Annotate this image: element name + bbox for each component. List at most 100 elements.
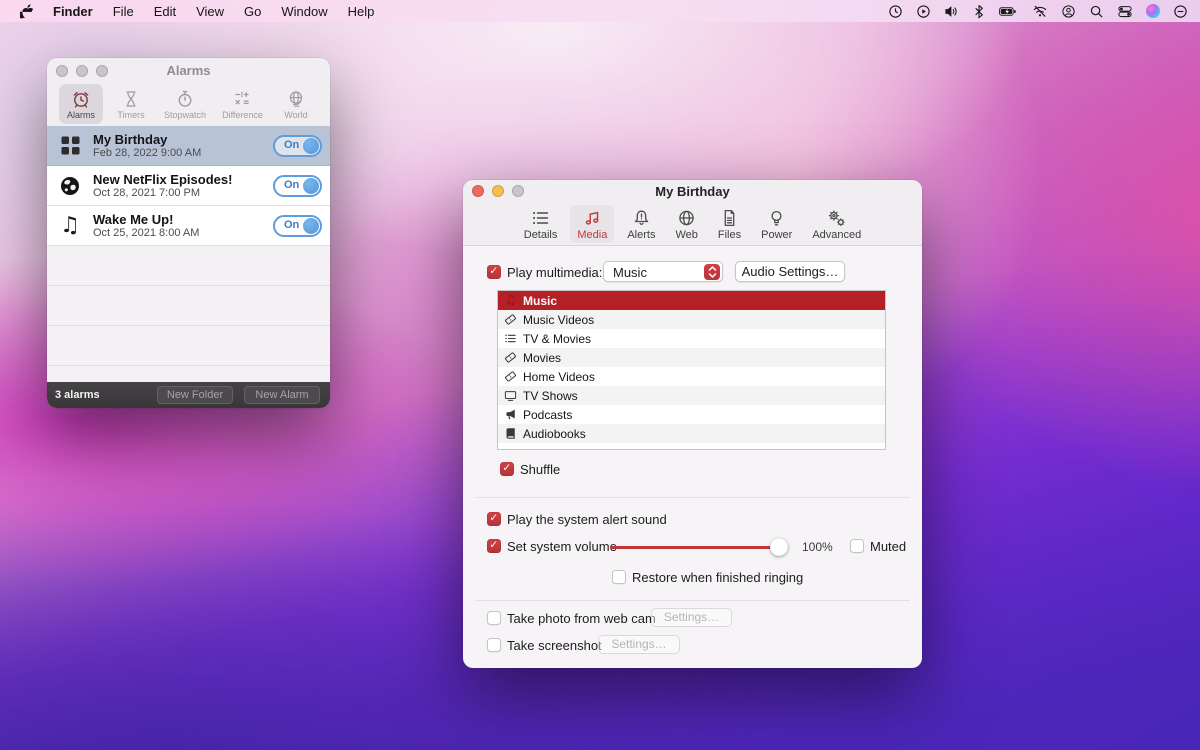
window-title: My Birthday [463, 180, 922, 203]
tab-advanced[interactable]: Advanced [805, 205, 868, 243]
user-circle-icon[interactable] [1061, 0, 1076, 22]
menu-bar-status [888, 0, 1200, 22]
take-photo-checkbox[interactable] [487, 611, 501, 625]
tab-files[interactable]: Files [711, 205, 748, 243]
tab-alerts[interactable]: Alerts [620, 205, 662, 243]
play-circle-icon[interactable] [916, 0, 931, 22]
toggle-label: On [284, 179, 299, 191]
close-button[interactable] [56, 65, 68, 77]
clock-icon[interactable] [888, 0, 903, 22]
menu-edit[interactable]: Edit [144, 0, 186, 22]
control-center-icon[interactable] [1117, 0, 1133, 22]
alarm-clock-icon [71, 89, 91, 109]
apple-menu-icon[interactable] [10, 0, 43, 22]
battery-charging-icon[interactable] [998, 0, 1019, 22]
tab-stopwatch[interactable]: Stopwatch [159, 84, 211, 124]
tab-alarms[interactable]: Alarms [59, 84, 103, 124]
close-button[interactable] [472, 185, 484, 197]
details-list-icon [530, 208, 551, 228]
alarms-titlebar: Alarms [47, 58, 330, 84]
bluetooth-icon[interactable] [973, 0, 985, 22]
zoom-button[interactable] [512, 185, 524, 197]
grid-icon [47, 135, 93, 156]
menu-view[interactable]: View [186, 0, 234, 22]
media-list-item[interactable]: Podcasts [498, 405, 885, 424]
slider-knob[interactable] [770, 538, 788, 556]
media-list-item[interactable]: TV Shows [498, 386, 885, 405]
tab-label: Files [718, 229, 741, 241]
film-ticket-icon [503, 370, 518, 383]
media-list-item[interactable]: TV & Movies [498, 329, 885, 348]
tab-label: Alerts [627, 229, 655, 241]
search-icon[interactable] [1089, 0, 1104, 22]
toggle-label: On [284, 139, 299, 151]
alert-sound-label: Play the system alert sound [507, 512, 667, 527]
media-type-select[interactable]: Music [603, 261, 723, 282]
bell-alert-icon [631, 208, 652, 228]
alarm-toggle[interactable]: On [273, 135, 322, 157]
alarm-list-item[interactable]: ♫ Wake Me Up! Oct 25, 2021 8:00 AM On [47, 206, 330, 246]
menu-file[interactable]: File [103, 0, 144, 22]
media-tab-content: Play multimedia: Music Audio Settings… ♫… [463, 246, 922, 667]
volume-icon[interactable] [944, 0, 960, 22]
siri-icon[interactable] [1146, 0, 1160, 22]
settings-toolbar: Details Media Alerts Web [463, 202, 922, 246]
alarm-settings-window: My Birthday Details Media Alerts [463, 180, 922, 668]
tab-web[interactable]: Web [668, 205, 704, 243]
menu-bar: Finder File Edit View Go Window Help [0, 0, 1200, 22]
muted-checkbox[interactable] [850, 539, 864, 553]
music-note-icon: ♫ [47, 215, 93, 237]
slider-track [610, 546, 788, 550]
alert-sound-checkbox[interactable] [487, 512, 501, 526]
tab-timers[interactable]: Timers [109, 84, 153, 124]
media-type-value: Music [613, 265, 647, 280]
system-volume-checkbox[interactable] [487, 539, 501, 553]
photo-settings-button[interactable]: Settings… [651, 608, 732, 627]
media-list-item[interactable]: Home Videos [498, 367, 885, 386]
tab-label: Alarms [67, 110, 95, 120]
megaphone-icon [503, 408, 518, 421]
do-not-disturb-icon[interactable] [1173, 0, 1188, 22]
media-list-item[interactable]: ♫ Music [498, 291, 885, 310]
media-list: ♫ Music Music Videos TV & Movies [497, 290, 886, 450]
minimize-button[interactable] [492, 185, 504, 197]
alarm-toggle[interactable]: On [273, 175, 322, 197]
restore-label: Restore when finished ringing [632, 570, 803, 585]
alarm-list-item[interactable]: My Birthday Feb 28, 2022 9:00 AM On [47, 126, 330, 166]
wifi-off-icon[interactable] [1032, 0, 1048, 22]
menu-app-name[interactable]: Finder [43, 0, 103, 22]
media-list-item[interactable]: Movies [498, 348, 885, 367]
play-multimedia-checkbox[interactable] [487, 265, 501, 279]
media-list-item[interactable]: Audiobooks [498, 424, 885, 443]
tab-power[interactable]: Power [754, 205, 799, 243]
zoom-button[interactable] [96, 65, 108, 77]
tab-world[interactable]: World [274, 84, 318, 124]
new-folder-button[interactable]: New Folder [157, 386, 233, 404]
lightbulb-icon [766, 208, 787, 228]
hourglass-icon [121, 89, 141, 109]
tab-details[interactable]: Details [517, 205, 565, 243]
media-list-item[interactable]: Music Videos [498, 310, 885, 329]
menu-window[interactable]: Window [271, 0, 337, 22]
alarm-toggle[interactable]: On [273, 215, 322, 237]
menu-go[interactable]: Go [234, 0, 271, 22]
minimize-button[interactable] [76, 65, 88, 77]
menu-help[interactable]: Help [338, 0, 385, 22]
shuffle-checkbox[interactable] [500, 462, 514, 476]
alarm-list-empty-area [47, 246, 330, 382]
screenshot-settings-button[interactable]: Settings… [598, 635, 680, 654]
audio-settings-button[interactable]: Audio Settings… [735, 261, 845, 282]
take-screenshot-checkbox[interactable] [487, 638, 501, 652]
section-divider [475, 497, 910, 498]
restore-checkbox[interactable] [612, 570, 626, 584]
new-alarm-button[interactable]: New Alarm [244, 386, 320, 404]
music-note-icon: ♫ [503, 294, 518, 307]
tab-difference[interactable]: Difference [217, 84, 268, 124]
math-difference-icon [233, 89, 253, 109]
volume-slider[interactable] [610, 538, 788, 556]
alarms-window: Alarms Alarms Timers Stopwatch [47, 58, 330, 408]
tab-label: World [284, 110, 307, 120]
tab-media[interactable]: Media [570, 205, 614, 243]
web-globe-icon [676, 208, 697, 228]
alarm-list-item[interactable]: New NetFlix Episodes! Oct 28, 2021 7:00 … [47, 166, 330, 206]
